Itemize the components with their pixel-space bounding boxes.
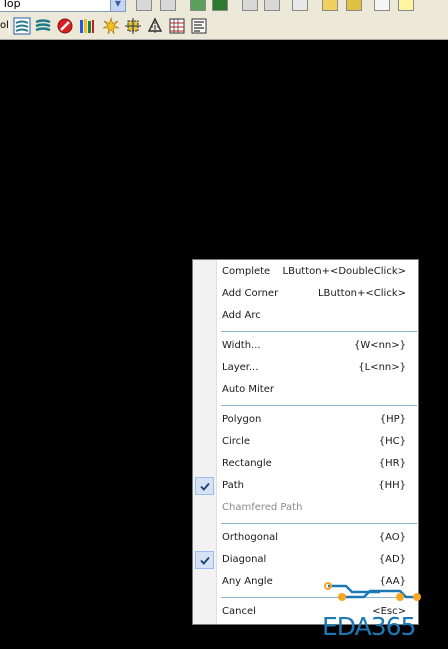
context-menu: Complete LButton+<DoubleClick> Add Corne…	[192, 259, 419, 625]
menu-item-shortcut: {HC}	[378, 436, 406, 447]
menu-item-shortcut: LButton+<DoubleClick>	[282, 266, 406, 277]
route-icon[interactable]	[190, 0, 206, 11]
watermark-text: EDA365	[322, 612, 416, 641]
query-icon[interactable]	[322, 0, 338, 11]
menu-item-label: Add Arc	[222, 310, 261, 321]
tree-icon[interactable]	[146, 17, 164, 35]
menu-item-label: Width...	[222, 340, 261, 351]
menu-separator	[221, 523, 417, 524]
toolbar-label-fragment: ol	[0, 20, 9, 31]
menu-separator	[221, 331, 417, 332]
menu-item-rectangle[interactable]: Rectangle {HR}	[193, 453, 418, 475]
menu-item-label: Chamfered Path	[222, 502, 303, 513]
menu-item-label: Polygon	[222, 414, 262, 425]
menu-item-label: Auto Miter	[222, 384, 274, 395]
menu-item-layer[interactable]: Layer... {L<nn>}	[193, 357, 418, 379]
no-entry-icon[interactable]	[56, 17, 74, 35]
menu-item-label: Rectangle	[222, 458, 272, 469]
menu-item-shortcut: {HH}	[378, 480, 406, 491]
menu-item-auto-miter[interactable]: Auto Miter	[193, 379, 418, 401]
menu-item-polygon[interactable]: Polygon {HP}	[193, 409, 418, 431]
menu-item-label: Complete	[222, 266, 271, 277]
component-place-icon[interactable]	[124, 17, 142, 35]
menu-item-label: Orthogonal	[222, 532, 279, 543]
menu-item-label: Cancel	[222, 606, 256, 617]
main-toolbar: Top ▼	[0, 0, 448, 13]
board-icon[interactable]	[212, 0, 228, 11]
chevron-down-icon[interactable]: ▼	[110, 0, 125, 11]
starburst-icon[interactable]	[102, 17, 120, 35]
circuit-trace-icon	[324, 582, 421, 601]
menu-item-label: Add Corner	[222, 288, 279, 299]
menu-item-label: Diagonal	[222, 554, 267, 565]
menu-item-shortcut: {AO}	[378, 532, 406, 543]
diamond-icon[interactable]	[346, 0, 362, 11]
layer-select-value: Top	[2, 0, 21, 10]
menu-item-label: Circle	[222, 436, 251, 447]
menu-item-circle[interactable]: Circle {HC}	[193, 431, 418, 453]
zoom-icon[interactable]	[292, 0, 308, 11]
properties-icon[interactable]	[136, 0, 152, 11]
menu-separator	[221, 405, 417, 406]
menu-item-label: Path	[222, 480, 244, 491]
menu-item-add-arc[interactable]: Add Arc	[193, 305, 418, 327]
layer-select[interactable]: Top ▼	[0, 0, 126, 12]
stack-layers-icon[interactable]	[34, 17, 52, 35]
watermark-logo: EDA365	[320, 578, 448, 649]
menu-item-shortcut: {HP}	[379, 414, 406, 425]
menu-item-complete[interactable]: Complete LButton+<DoubleClick>	[193, 261, 418, 283]
menu-item-shortcut: {L<nn>}	[358, 362, 406, 373]
checkmark-icon	[195, 551, 214, 569]
layers-icon[interactable]	[13, 17, 31, 35]
grid-icon[interactable]	[168, 17, 186, 35]
note-icon[interactable]	[398, 0, 414, 11]
menu-item-label: Layer...	[222, 362, 259, 373]
toolbar-separator	[9, 17, 10, 35]
secondary-toolbar: ol	[0, 13, 448, 40]
books-icon[interactable]	[78, 17, 96, 35]
menu-item-chamfered-path: Chamfered Path	[193, 497, 418, 519]
refresh-icon[interactable]	[160, 0, 176, 11]
menu-item-shortcut: LButton+<Click>	[317, 288, 406, 299]
list-icon[interactable]	[190, 17, 208, 35]
undo-icon[interactable]	[242, 0, 258, 11]
menu-item-shortcut: {W<nn>}	[353, 340, 406, 351]
menu-item-label: Any Angle	[222, 576, 273, 587]
edit-icon[interactable]	[374, 0, 390, 11]
menu-item-path[interactable]: Path {HH}	[193, 475, 418, 497]
menu-item-add-corner[interactable]: Add Corner LButton+<Click>	[193, 283, 418, 305]
menu-item-shortcut: {HR}	[378, 458, 406, 469]
redo-icon[interactable]	[264, 0, 280, 11]
checkmark-icon	[195, 477, 214, 495]
menu-item-width[interactable]: Width... {W<nn>}	[193, 335, 418, 357]
menu-item-orthogonal[interactable]: Orthogonal {AO}	[193, 527, 418, 549]
menu-item-shortcut: {AD}	[378, 554, 406, 565]
menu-item-diagonal[interactable]: Diagonal {AD}	[193, 549, 418, 571]
